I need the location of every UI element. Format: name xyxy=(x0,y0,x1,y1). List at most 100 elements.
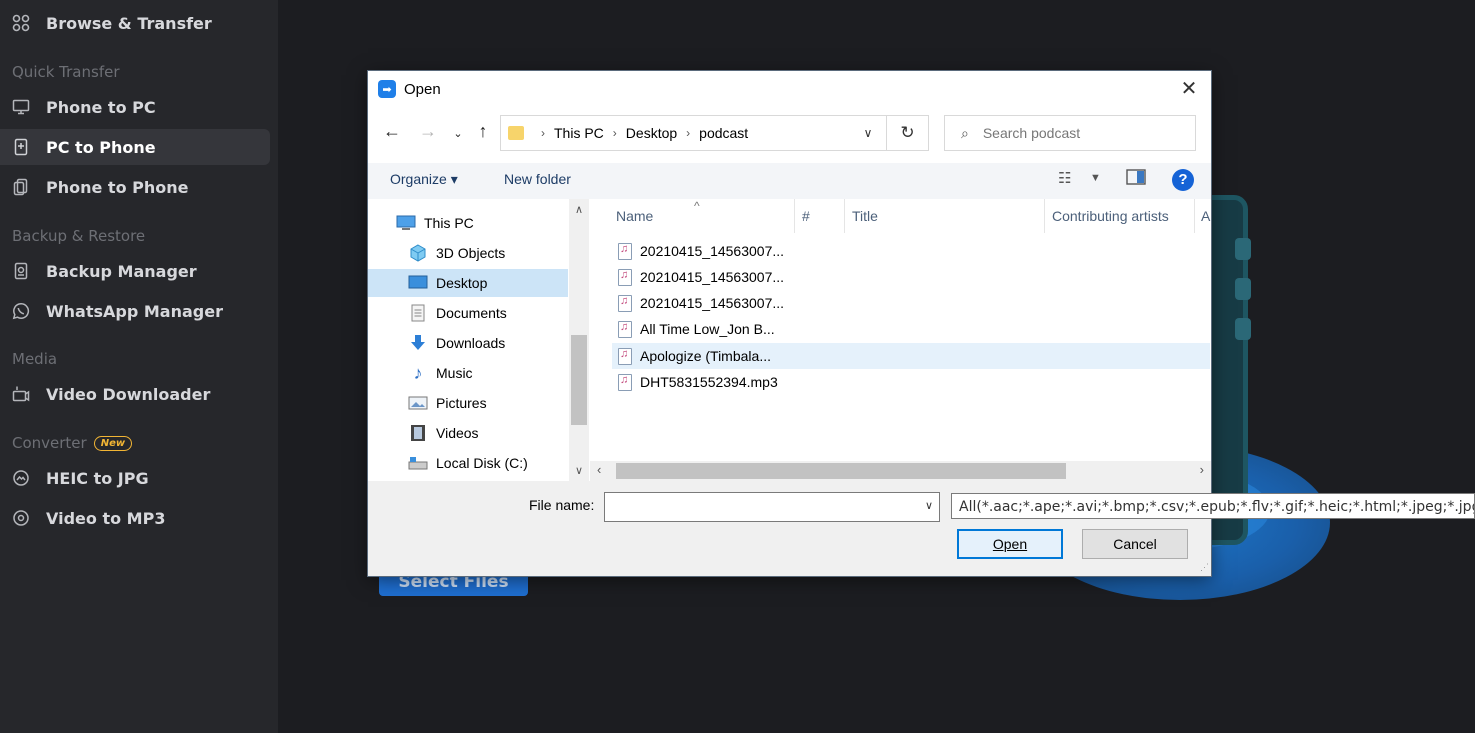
audio-file-icon xyxy=(618,347,632,365)
column-header-title[interactable]: Title xyxy=(852,199,878,233)
audio-file-icon xyxy=(618,268,632,286)
new-badge: New xyxy=(93,435,133,451)
scrollbar-thumb[interactable] xyxy=(616,463,1066,479)
refresh-button[interactable]: ↻ xyxy=(886,115,929,151)
resize-grip-icon[interactable]: ⋰ xyxy=(1200,562,1209,573)
whatsapp-icon xyxy=(10,300,32,322)
documents-icon xyxy=(408,304,428,322)
file-row[interactable]: All Time Low_Jon B... xyxy=(612,316,1210,342)
computer-icon xyxy=(396,214,416,232)
close-icon[interactable]: ✕ xyxy=(1177,77,1201,101)
scrollbar-thumb[interactable] xyxy=(571,335,587,425)
breadcrumb-separator-icon[interactable]: › xyxy=(541,126,545,140)
tree-item-downloads[interactable]: Downloads xyxy=(408,329,568,357)
file-row-hovered[interactable]: Apologize (Timbala... xyxy=(612,343,1210,369)
file-type-filter-select[interactable]: All(*.aac;*.ape;*.avi;*.bmp;*.csv;*.epub… xyxy=(951,493,1475,519)
music-note-icon: ♪ xyxy=(413,362,423,383)
sidebar-item-label: Backup Manager xyxy=(46,261,197,281)
tree-item-pictures[interactable]: Pictures xyxy=(408,389,568,417)
sidebar-item-video-to-mp3[interactable]: Video to MP3 xyxy=(0,500,270,536)
sidebar-item-backup-manager[interactable]: Backup Manager xyxy=(0,253,270,289)
breadcrumb-separator-icon[interactable]: › xyxy=(613,126,617,140)
tree-item-this-pc[interactable]: This PC xyxy=(396,209,568,237)
file-row[interactable]: 20210415_14563007... xyxy=(612,264,1210,290)
sidebar-item-label: Video Downloader xyxy=(46,384,211,404)
scroll-down-chevron-icon[interactable]: ∨ xyxy=(569,464,589,477)
sidebar-item-phone-to-phone[interactable]: Phone to Phone xyxy=(0,169,270,205)
new-folder-button[interactable]: New folder xyxy=(504,171,571,187)
file-name: 20210415_14563007... xyxy=(640,269,785,285)
breadcrumb-desktop[interactable]: Desktop xyxy=(626,125,677,141)
tree-item-videos[interactable]: Videos xyxy=(408,419,568,447)
column-header-name[interactable]: Name xyxy=(616,199,653,233)
sort-ascending-caret-icon: ^ xyxy=(694,199,700,213)
column-separator[interactable] xyxy=(844,199,845,233)
tree-item-3d-objects[interactable]: 3D Objects xyxy=(408,239,568,267)
sidebar-item-phone-to-pc[interactable]: Phone to PC xyxy=(0,89,270,125)
preview-pane-icon[interactable] xyxy=(1126,169,1146,189)
file-row[interactable]: 20210415_14563007... xyxy=(612,290,1210,316)
up-arrow-icon[interactable]: ↑ xyxy=(473,121,493,142)
sidebar-item-label: HEIC to JPG xyxy=(46,468,149,488)
audio-file-icon xyxy=(618,242,632,260)
view-options-icon[interactable]: ☷ xyxy=(1058,169,1071,187)
sidebar-item-label: Video to MP3 xyxy=(46,508,166,528)
navigation-pane-scrollbar[interactable]: ∧ ∨ xyxy=(569,199,589,481)
file-row[interactable]: 20210415_14563007... xyxy=(612,238,1210,264)
organize-button[interactable]: Organize ▾ xyxy=(390,171,458,188)
back-arrow-icon[interactable]: ← xyxy=(382,121,402,142)
sidebar-item-heic-to-jpg[interactable]: HEIC to JPG xyxy=(0,460,270,496)
search-box[interactable]: ⌕ Search podcast xyxy=(944,115,1196,151)
breadcrumb-separator-icon[interactable]: › xyxy=(686,126,690,140)
view-dropdown-chevron-icon[interactable]: ▼ xyxy=(1090,172,1101,184)
sidebar-item-label: WhatsApp Manager xyxy=(46,301,223,321)
column-separator[interactable] xyxy=(1194,199,1195,233)
file-name-dropdown-chevron-icon[interactable]: ∨ xyxy=(925,499,933,512)
tree-item-documents[interactable]: Documents xyxy=(408,299,568,327)
phone-illustration-tab xyxy=(1235,238,1251,260)
file-name: 20210415_14563007... xyxy=(640,295,785,311)
search-icon: ⌕ xyxy=(961,124,969,141)
scroll-up-chevron-icon[interactable]: ∧ xyxy=(569,203,589,216)
breadcrumb-podcast[interactable]: podcast xyxy=(699,125,748,141)
sidebar-item-pc-to-phone[interactable]: PC to Phone xyxy=(0,129,270,165)
image-convert-icon xyxy=(10,467,32,489)
dialog-title-bar: ➡ Open ✕ xyxy=(368,71,1211,107)
file-row[interactable]: DHT5831552394.mp3 xyxy=(612,369,1210,395)
file-name-input[interactable]: ∨ xyxy=(604,492,940,522)
section-converter: Converter New xyxy=(12,434,133,452)
column-header-contributing-artists[interactable]: Contributing artists xyxy=(1052,199,1169,233)
video-download-icon xyxy=(10,383,32,405)
help-icon[interactable]: ? xyxy=(1172,169,1194,191)
scroll-left-chevron-icon[interactable]: ‹ xyxy=(597,462,601,477)
tree-item-music[interactable]: ♪ Music xyxy=(408,359,568,387)
sidebar-item-label: PC to Phone xyxy=(46,137,156,157)
cancel-button[interactable]: Cancel xyxy=(1082,529,1188,559)
recent-locations-chevron-icon[interactable]: ⌄ xyxy=(448,127,468,140)
sidebar-item-video-downloader[interactable]: Video Downloader xyxy=(0,376,270,412)
column-header-number[interactable]: # xyxy=(802,199,810,233)
scroll-right-chevron-icon[interactable]: › xyxy=(1200,462,1204,477)
app-logo-icon: ➡ xyxy=(378,80,396,98)
sidebar-item-browse-transfer[interactable]: Browse & Transfer xyxy=(0,5,270,41)
file-list-horizontal-scrollbar[interactable]: ‹ › xyxy=(590,461,1211,481)
column-separator[interactable] xyxy=(794,199,795,233)
sidebar-item-label: Phone to Phone xyxy=(46,177,189,197)
audio-file-icon xyxy=(618,373,632,391)
sidebar-item-whatsapp-manager[interactable]: WhatsApp Manager xyxy=(0,293,270,329)
open-button[interactable]: Open xyxy=(957,529,1063,559)
column-separator[interactable] xyxy=(1044,199,1045,233)
audio-file-icon xyxy=(618,294,632,312)
tree-item-desktop[interactable]: Desktop xyxy=(368,269,568,297)
address-dropdown-chevron-icon[interactable]: ∨ xyxy=(849,116,887,150)
tree-item-label: Local Disk (C:) xyxy=(436,455,528,471)
dialog-title: Open xyxy=(404,80,441,98)
pictures-icon xyxy=(408,394,428,412)
film-icon xyxy=(408,424,428,442)
backup-icon xyxy=(10,260,32,282)
forward-arrow-icon[interactable]: → xyxy=(418,121,438,142)
column-header-overflow[interactable]: A xyxy=(1201,199,1210,233)
address-bar[interactable]: › This PC › Desktop › podcast ∨ xyxy=(500,115,929,151)
breadcrumb-this-pc[interactable]: This PC xyxy=(554,125,604,141)
tree-item-local-disk[interactable]: Local Disk (C:) xyxy=(408,449,568,477)
